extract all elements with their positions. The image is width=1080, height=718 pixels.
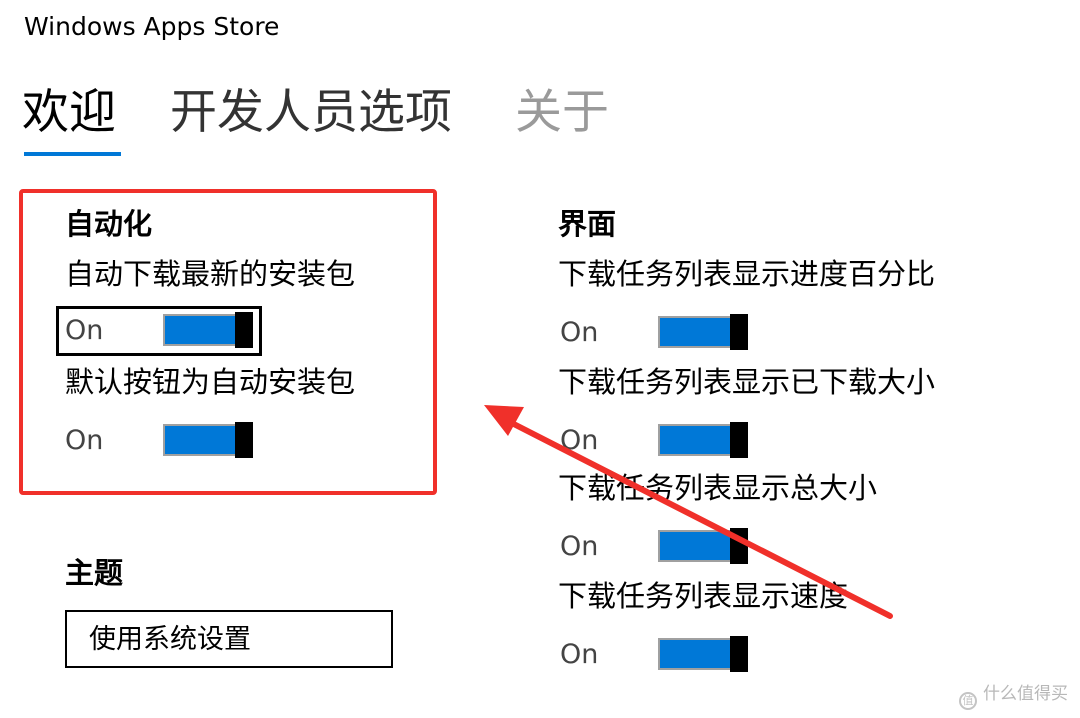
show-speed-toggle[interactable]: On [554, 633, 754, 677]
interface-section-title: 界面 [558, 207, 617, 241]
toggle-thumb [730, 314, 748, 350]
toggle-thumb [730, 528, 748, 564]
toggle-state-label: On [560, 425, 599, 456]
theme-select-value: 使用系统设置 [89, 624, 251, 655]
arrow-head [484, 405, 524, 436]
theme-select[interactable]: 使用系统设置 [65, 610, 393, 668]
toggle-thumb [730, 636, 748, 672]
show-speed-label: 下载任务列表显示速度 [558, 579, 849, 613]
tab-about[interactable]: 关于 [515, 82, 609, 144]
selected-tab-indicator [24, 152, 121, 156]
toggle-state-label: On [560, 639, 599, 670]
watermark: 值什么值得买 [959, 679, 1068, 710]
theme-section-title: 主题 [65, 556, 124, 590]
show-total-size-label: 下载任务列表显示总大小 [558, 471, 878, 505]
show-downloaded-size-toggle[interactable]: On [554, 419, 754, 463]
show-progress-percent-label: 下载任务列表显示进度百分比 [558, 257, 936, 291]
show-progress-percent-toggle[interactable]: On [554, 311, 754, 355]
watermark-text: 什么值得买 [983, 684, 1068, 704]
tab-developer-options[interactable]: 开发人员选项 [170, 82, 452, 144]
app-title: Windows Apps Store [24, 12, 280, 41]
toggle-state-label: On [560, 531, 599, 562]
watermark-logo-icon: 值 [959, 692, 977, 710]
toggle-state-label: On [560, 317, 599, 348]
show-total-size-toggle[interactable]: On [554, 525, 754, 569]
toggle-thumb [730, 422, 748, 458]
show-downloaded-size-label: 下载任务列表显示已下载大小 [558, 365, 936, 399]
annotation-highlight-box [19, 189, 437, 495]
tab-welcome[interactable]: 欢迎 [22, 82, 116, 144]
